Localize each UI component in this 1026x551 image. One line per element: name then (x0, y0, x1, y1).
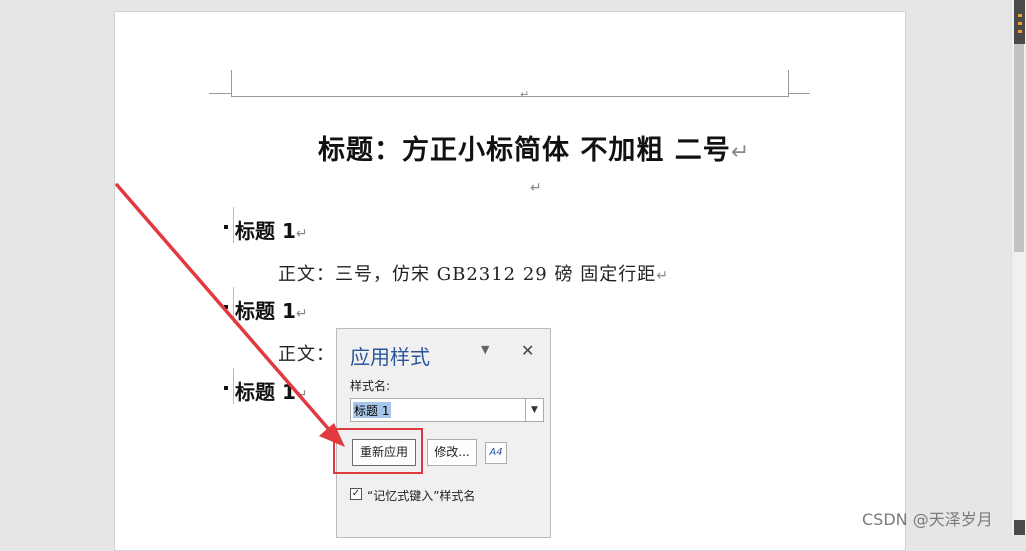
scrollbar-top-button[interactable] (1014, 0, 1025, 44)
scrollbar-bottom-button[interactable] (1014, 520, 1025, 535)
watermark: CSDN @天泽岁月 (862, 510, 993, 529)
annotation-arrow (115, 183, 345, 447)
scrollbar-thumb[interactable] (1014, 12, 1024, 252)
vertical-scrollbar[interactable] (1011, 0, 1026, 535)
